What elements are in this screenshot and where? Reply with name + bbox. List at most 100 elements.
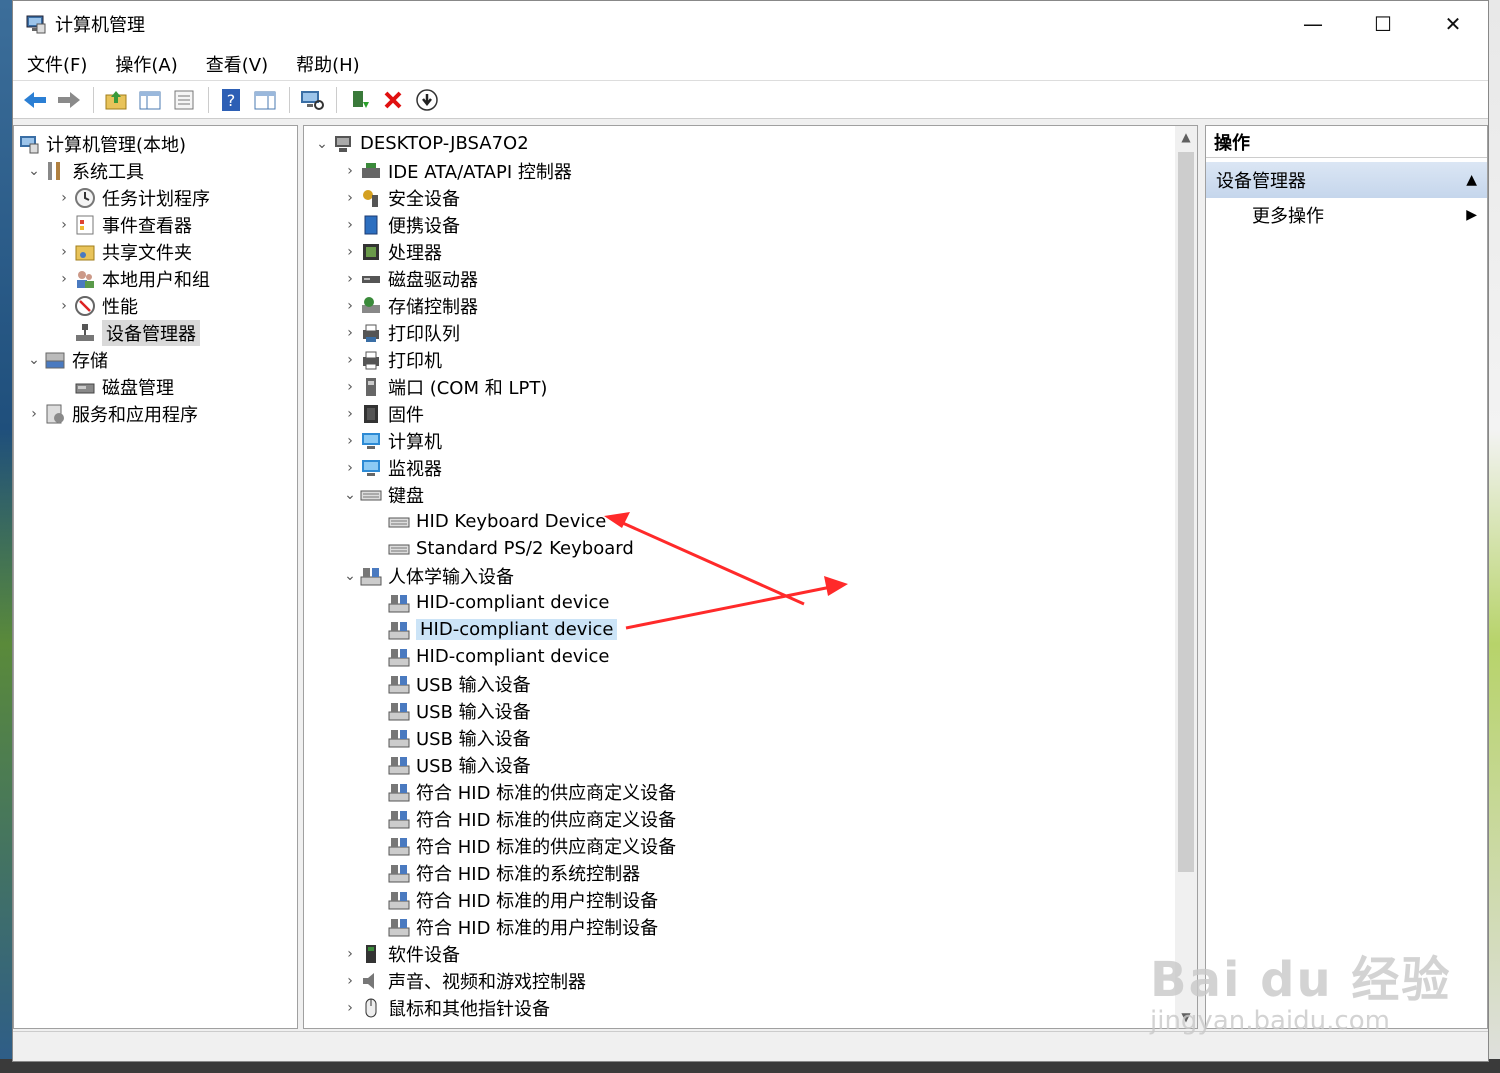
tree-label: 性能 <box>102 296 138 318</box>
tree-item-shared-folders[interactable]: › 共享文件夹 <box>54 238 192 265</box>
performance-icon <box>74 295 96 317</box>
chevron-down-icon[interactable]: ⌄ <box>24 163 44 179</box>
tools-icon <box>44 160 66 182</box>
minimize-icon: — <box>1303 12 1323 36</box>
collapse-triangle-icon[interactable]: ▲ <box>1466 172 1477 188</box>
disk-management-icon <box>74 376 96 398</box>
chevron-right-icon[interactable]: › <box>24 406 44 422</box>
scan-hardware-button[interactable] <box>296 85 328 115</box>
watermark: Bai du 经验 jingyan.baidu.com <box>1150 940 1451 1036</box>
submenu-arrow-icon: ▶ <box>1466 207 1477 223</box>
maximize-icon: ☐ <box>1374 12 1392 36</box>
update-driver-button[interactable] <box>343 85 375 115</box>
chevron-right-icon[interactable]: › <box>54 217 74 233</box>
more-actions-label: 更多操作 <box>1252 206 1324 227</box>
minimize-button[interactable]: — <box>1278 1 1348 47</box>
toolbar-separator <box>289 86 290 113</box>
tree-item-task-scheduler[interactable]: › 任务计划程序 <box>54 184 210 211</box>
annotation-arrowhead-hid <box>824 576 848 596</box>
actions-section-device-manager[interactable]: 设备管理器 ▲ <box>1206 162 1487 198</box>
tree-item-device-manager[interactable]: 设备管理器 <box>74 319 200 346</box>
back-button[interactable] <box>19 85 51 115</box>
red-x-icon <box>384 91 402 108</box>
folder-up-icon <box>105 90 127 109</box>
tree-item-services-apps[interactable]: › 服务和应用程序 <box>24 400 198 427</box>
tree-item-system-tools[interactable]: ⌄ 系统工具 <box>24 157 144 184</box>
show-hide-tree-button[interactable] <box>134 85 166 115</box>
tree-label: 本地用户和组 <box>102 269 210 291</box>
close-icon: ✕ <box>1444 12 1462 36</box>
tree-item-local-users[interactable]: › 本地用户和组 <box>54 265 210 292</box>
scan-hardware-icon <box>301 90 324 110</box>
tree-label: 事件查看器 <box>102 215 192 237</box>
actions-header: 操作 <box>1206 126 1487 158</box>
annotation-arrow-hid <box>625 584 837 630</box>
chevron-right-icon[interactable]: › <box>54 298 74 314</box>
tree-label: 磁盘管理 <box>102 377 174 399</box>
back-arrow-icon <box>24 91 46 108</box>
device-tree-pane: ⌄ DESKTOP-JBSA7O2 › IDE ATA/ATAPI 控制器 › 安全设备 ›… <box>303 125 1198 1029</box>
chevron-right-icon[interactable]: › <box>54 271 74 287</box>
menu-action[interactable]: 操作(A) <box>101 51 191 77</box>
computer-management-icon <box>25 13 47 35</box>
event-viewer-icon <box>74 214 96 236</box>
menu-file[interactable]: 文件(F) <box>13 51 101 77</box>
tree-item-disk-management[interactable]: 磁盘管理 <box>74 373 174 400</box>
actions-section-label: 设备管理器 <box>1216 171 1306 192</box>
enable-device-button[interactable] <box>411 85 443 115</box>
tree-label: 设备管理器 <box>102 319 200 346</box>
toolbar-separator <box>93 86 94 113</box>
maximize-button[interactable]: ☐ <box>1348 1 1418 47</box>
menu-bar: 文件(F) 操作(A) 查看(V) 帮助(H) <box>13 47 1488 81</box>
properties-button[interactable] <box>168 85 200 115</box>
title-bar: 计算机管理 — ☐ ✕ <box>13 1 1488 47</box>
action-pane-button[interactable] <box>249 85 281 115</box>
tree-label: 服务和应用程序 <box>72 404 198 426</box>
console-tree-icon <box>139 91 161 109</box>
tree-label: 共享文件夹 <box>102 242 192 264</box>
toolbar: ? <box>13 81 1488 119</box>
chevron-right-icon[interactable]: › <box>54 244 74 260</box>
help-button[interactable]: ? <box>215 85 247 115</box>
action-pane-icon <box>254 91 276 109</box>
chevron-right-icon[interactable]: › <box>54 190 74 206</box>
tree-item-event-viewer[interactable]: › 事件查看器 <box>54 211 192 238</box>
services-icon <box>44 403 66 425</box>
shared-folder-icon <box>74 241 96 263</box>
close-button[interactable]: ✕ <box>1418 1 1488 47</box>
scroll-up-icon[interactable]: ▲ <box>1175 126 1197 148</box>
forward-arrow-icon <box>58 91 80 108</box>
properties-icon <box>174 90 194 109</box>
watermark-brand: Bai du 经验 <box>1150 952 1452 1008</box>
menu-help[interactable]: 帮助(H) <box>282 51 374 77</box>
scroll-thumb[interactable] <box>1178 152 1194 872</box>
toolbar-separator <box>336 86 337 113</box>
chevron-down-icon[interactable]: ⌄ <box>24 352 44 368</box>
computer-management-window: 计算机管理 — ☐ ✕ 文件(F) 操作(A) 查看(V) 帮助(H) ? 计算… <box>12 0 1489 1062</box>
computer-management-icon <box>18 133 40 155</box>
device-manager-icon <box>74 322 96 344</box>
actions-pane: 操作 设备管理器 ▲ 更多操作 ▶ <box>1205 125 1488 1029</box>
window-title: 计算机管理 <box>55 15 145 36</box>
svg-text:?: ? <box>227 91 236 110</box>
tree-item-storage[interactable]: ⌄ 存储 <box>24 346 108 373</box>
menu-view[interactable]: 查看(V) <box>192 51 282 77</box>
help-icon: ? <box>222 88 240 111</box>
download-circle-icon <box>416 88 438 111</box>
users-icon <box>74 268 96 290</box>
tree-item-performance[interactable]: › 性能 <box>54 292 138 319</box>
up-level-button[interactable] <box>100 85 132 115</box>
forward-button[interactable] <box>53 85 85 115</box>
more-actions-item[interactable]: 更多操作 ▶ <box>1206 198 1487 232</box>
annotation-arrows <box>604 512 848 630</box>
uninstall-device-button[interactable] <box>377 85 409 115</box>
annotation-arrow-keyboard <box>615 518 805 606</box>
console-tree-pane: 计算机管理(本地) ⌄ 系统工具 › 任务计划程序 › 事件查看器 › 共享文件… <box>13 125 298 1029</box>
storage-icon <box>44 349 66 371</box>
tree-label: 存储 <box>72 350 108 372</box>
vertical-scrollbar[interactable]: ▲ ▼ <box>1175 126 1197 1028</box>
tree-label: 任务计划程序 <box>102 188 210 210</box>
tree-root[interactable]: 计算机管理(本地) <box>18 130 186 157</box>
tree-label: 计算机管理(本地) <box>46 134 187 156</box>
clock-icon <box>74 187 96 209</box>
